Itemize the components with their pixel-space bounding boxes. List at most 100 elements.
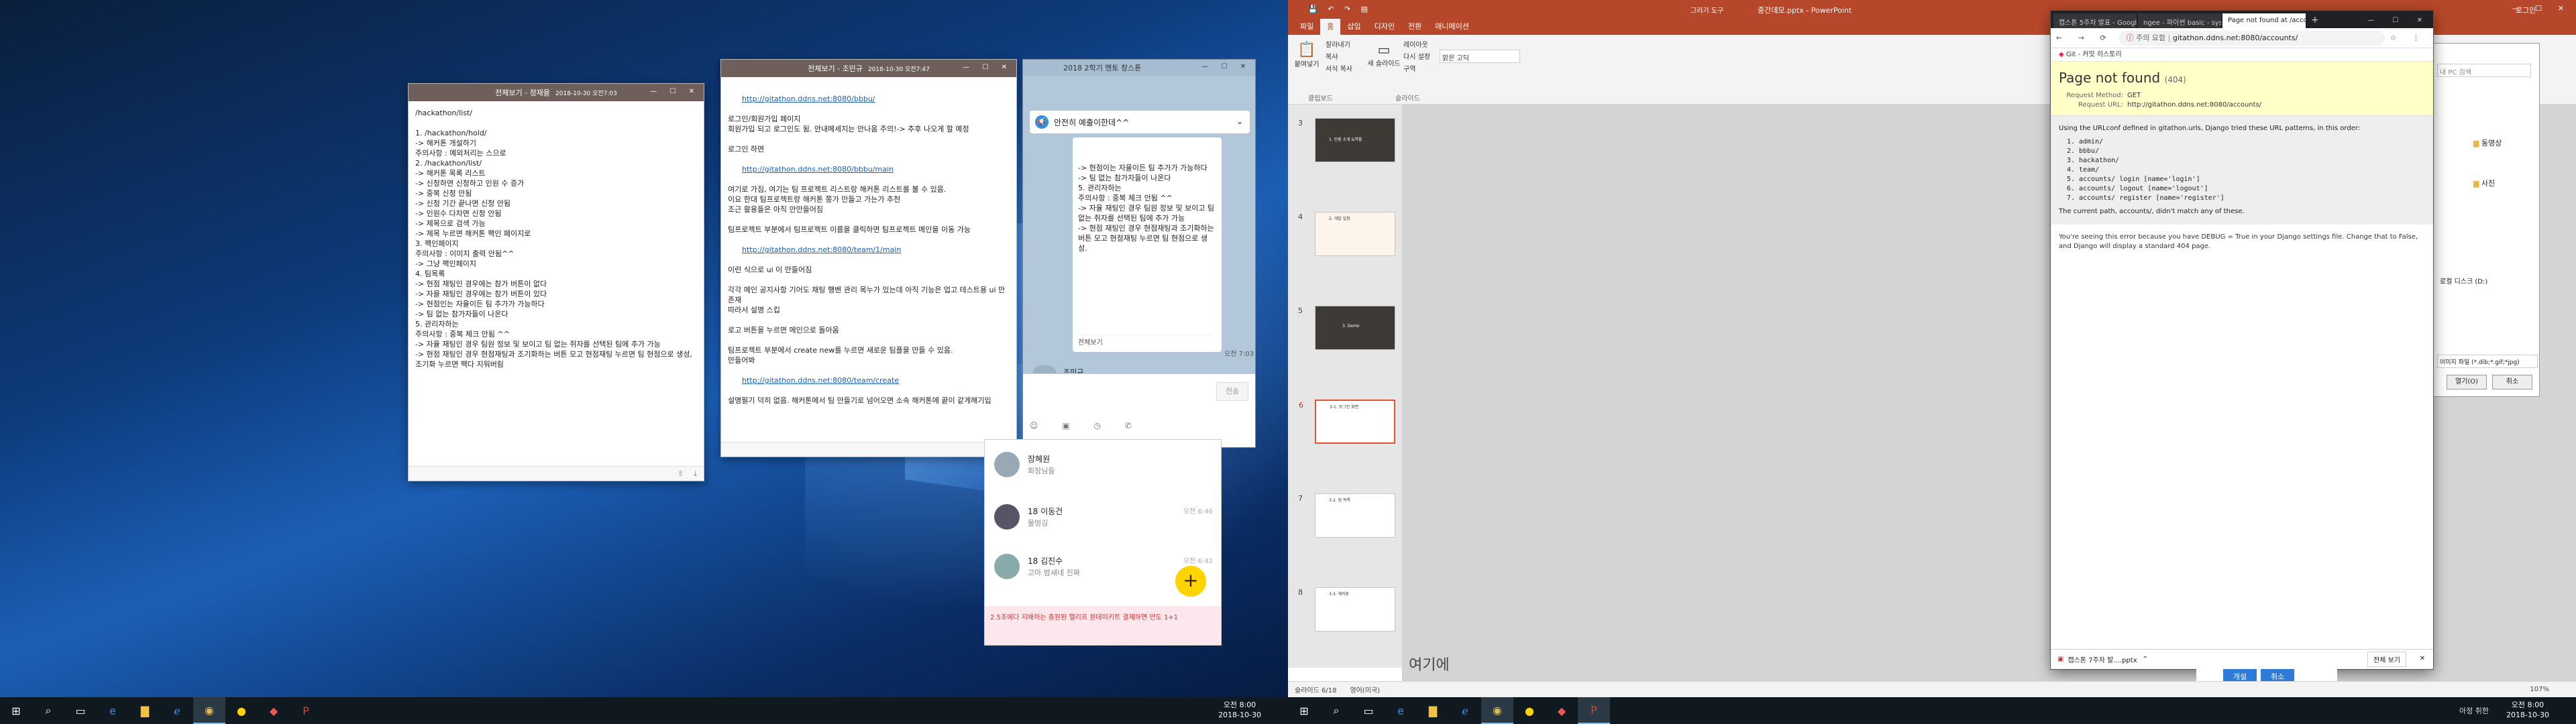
window-controls[interactable]: — ☐ ✕ [963, 64, 1012, 71]
link-team-main[interactable]: http://gitathon.ddns.net:8080/team/1/mai… [742, 245, 901, 254]
chat-bubble[interactable]: -> 현점이는 자율이든 팀 추가가 가능하다 -> 팀 없는 참가자들이 나온… [1073, 137, 1222, 352]
slide-thumb[interactable]: 5 3. Demo [1298, 306, 1395, 350]
tab-transitions[interactable]: 전환 [1401, 19, 1428, 35]
task-view-icon[interactable]: ▭ [64, 697, 97, 724]
search-icon[interactable]: ⌕ [1320, 697, 1352, 724]
browser-tab-active[interactable]: Page not found at /accounts/ [2222, 13, 2306, 28]
star-icon[interactable]: ☆ ⋮ [2390, 34, 2426, 42]
message-preview-window-middle[interactable]: 전체보기 - 조민규 2018-10-30 오전7:47 — ☐ ✕ http:… [720, 59, 1017, 457]
bookmark-item[interactable]: Git - 커밋 히스토리 [2066, 51, 2122, 58]
kakaotalk-chatroom[interactable]: 2018 2학기 멘토 창스톤 — ☐ ✕ 📢 안전히 예출이한데^^ ⌄ ->… [1022, 59, 1256, 448]
tab-design[interactable]: 디자인 [1368, 19, 1401, 35]
kakaotalk-chat-list[interactable]: 장혜원 회장님들 18 이동건 물멍깅 오전 6:46 18 김진수 고마 밤새… [984, 439, 1222, 646]
message-input-area[interactable]: 전송 ☺ ▣ ◷ ✆ [1023, 373, 1255, 447]
browser-tab[interactable]: ngee - 파이썬 basic - sys 모듈 [2138, 13, 2221, 28]
folder-pictures[interactable]: ▆ 사진 [2473, 178, 2495, 188]
address-bar[interactable]: ⓘ 주의 요함 | gitathon.ddns.net:8080/account… [2118, 30, 2385, 46]
show-all-button[interactable]: 전체 보기 [2367, 652, 2406, 667]
copy-button[interactable]: 복사 [1326, 51, 1338, 61]
search-icon[interactable]: ⌕ [32, 697, 64, 724]
clock[interactable]: 오전 8:00 2018-10-30 [2506, 700, 2549, 720]
window-controls[interactable]: — ☐ ✕ [1201, 63, 1251, 70]
share-icon[interactable]: ⇪ [678, 469, 684, 478]
download-icon[interactable]: ⤓ [694, 469, 697, 479]
layout-button[interactable]: 레이아웃 [1403, 39, 1428, 49]
close-icon[interactable]: ✕ [2420, 655, 2425, 662]
file-type-select[interactable]: 이미지 파일 (*.dib;*.gif;*jpg) [2437, 355, 2538, 368]
ad-banner[interactable]: 2.5조에다 지배하는 충원된 헬리프 원데이키트 결제하면 만도 1+1 [985, 606, 1221, 645]
kakaotalk-icon[interactable]: ● [225, 697, 258, 724]
new-tab-icon[interactable]: + [2307, 15, 2323, 28]
zoom-level[interactable]: 107% [2530, 686, 2549, 693]
slide-thumb[interactable]: 3 1. 인원 소개 &역할 [1298, 118, 1395, 162]
kakaotalk-icon[interactable]: ● [1513, 697, 1546, 724]
ie-icon[interactable]: ℯ [161, 697, 193, 724]
open-button[interactable]: 열기(O) [2447, 375, 2487, 389]
file-open-dialog[interactable]: 내 PC 검색 ▆ 동영상 ▆ 사진 로컬 디스크 (D:) 이미지 파일 (*… [2432, 43, 2540, 397]
chrome-icon[interactable]: ◉ [193, 697, 225, 724]
send-button[interactable]: 전송 [1216, 382, 1248, 401]
chrome-window[interactable]: 캡스톤 5주차 발표 - Google 프... ngee - 파이썬 basi… [2051, 11, 2433, 669]
slide-thumb[interactable]: 4 2. 개발 일정 [1298, 212, 1395, 256]
new-slide-button[interactable]: ▭ 새 슬라이드 [1367, 42, 1401, 68]
slide-thumb-selected[interactable]: 6 3-1. 로그인 화면 [1299, 400, 1395, 444]
list-item[interactable]: 18 이동건 물멍깅 오전 6:46 [985, 497, 1221, 535]
window-controls[interactable]: — ☐ ✕ [2512, 4, 2571, 13]
tab-animations[interactable]: 애니메이션 [1428, 19, 1476, 35]
language-indicator[interactable]: 영어(미국) [1350, 684, 1380, 695]
reset-button[interactable]: 다시 설정 [1403, 51, 1430, 61]
window-controls[interactable]: — ☐ ✕ [650, 88, 700, 95]
edge-icon[interactable]: e [1385, 697, 1417, 724]
link-team-create[interactable]: http://gitathon.ddns.net:8080/team/creat… [742, 376, 899, 385]
powerpoint-icon[interactable]: P [290, 697, 322, 724]
view-all-link[interactable]: 전체보기 [1078, 335, 1212, 348]
edge-icon[interactable]: e [97, 697, 129, 724]
slide-thumb[interactable]: 8 3-3. 해커톤 [1298, 587, 1395, 631]
tray-ime[interactable]: 아정 취한 [2459, 705, 2489, 716]
chrome-icon[interactable]: ◉ [1481, 697, 1513, 724]
nav-icons[interactable]: ← → ⟳ [2056, 34, 2113, 42]
list-item[interactable]: 장혜원 회장님들 [985, 445, 1221, 483]
chatroom-notice[interactable]: 📢 안전히 예출이한데^^ ⌄ [1030, 111, 1250, 133]
tab-home[interactable]: 홈 [1320, 19, 1341, 35]
font-select[interactable]: 맑은 고딕 [1440, 50, 1520, 63]
browser-tab[interactable]: 캡스톤 5주차 발표 - Google 프... [2053, 13, 2137, 28]
notes-placeholder[interactable]: 여기에 [1409, 653, 1450, 674]
search-input[interactable]: 내 PC 검색 [2437, 64, 2531, 77]
ie-icon[interactable]: ℯ [1449, 697, 1481, 724]
tab-file[interactable]: 파일 [1293, 19, 1320, 35]
format-painter-button[interactable]: 서식 복사 [1326, 63, 1352, 73]
window-controls[interactable]: — ☐ ✕ [2367, 17, 2433, 28]
quick-access-icons[interactable]: 💾 ↶ ↷ ▤ [1308, 5, 1372, 13]
cut-button[interactable]: 잘라내기 [1326, 39, 1350, 49]
preview-titlebar[interactable]: 전체보기 - 정재을 2018-10-30 오전7:03 — ☐ ✕ [409, 84, 704, 101]
git-icon[interactable]: ◆ [1546, 697, 1578, 724]
url-pattern: admin/ [2079, 137, 2425, 147]
git-icon[interactable]: ◆ [258, 697, 290, 724]
text-block-3: 이런 식으로 ui 이 만들어짐 각각 메인 공지사항 기어도 채팅 행벤 관리… [728, 265, 1006, 365]
chevron-up-icon[interactable]: ⌃ [2143, 656, 2148, 663]
powerpoint-icon[interactable]: P [1578, 697, 1610, 724]
new-chat-button[interactable]: + [1175, 566, 1206, 597]
start-icon[interactable]: ⊞ [1288, 697, 1320, 724]
link-bbbu-main[interactable]: http://gitathon.ddns.net:8080/bbbu/main [742, 165, 894, 174]
section-button[interactable]: 구역 [1403, 63, 1415, 73]
message-preview-window-left[interactable]: 전체보기 - 정재을 2018-10-30 오전7:03 — ☐ ✕ /hack… [408, 83, 704, 481]
tab-insert[interactable]: 삽입 [1340, 19, 1367, 35]
chevron-down-icon[interactable]: ⌄ [1236, 117, 1243, 126]
task-view-icon[interactable]: ▭ [1352, 697, 1385, 724]
file-explorer-icon[interactable]: ▇ [1417, 697, 1449, 724]
file-explorer-icon[interactable]: ▇ [129, 697, 161, 724]
chatroom-titlebar[interactable]: 2018 2학기 멘토 창스톤 — ☐ ✕ [1023, 60, 1255, 76]
paste-button[interactable]: 📋 붙여넣기 [1293, 42, 1320, 68]
preview-titlebar[interactable]: 전체보기 - 조민규 2018-10-30 오전7:47 — ☐ ✕ [721, 60, 1016, 77]
link-bbbu[interactable]: http://gitathon.ddns.net:8080/bbbu/ [742, 95, 875, 103]
cancel-button[interactable]: 취소 [2492, 375, 2532, 389]
start-icon[interactable]: ⊞ [0, 697, 32, 724]
drive-label[interactable]: 로컬 디스크 (D:) [2440, 276, 2487, 286]
download-item[interactable]: 캡스톤 7주차 발....pptx [2068, 654, 2137, 664]
input-toolbar-icons[interactable]: ☺ ▣ ◷ ✆ [1030, 421, 1142, 430]
folder-videos[interactable]: ▆ 동영상 [2473, 137, 2502, 148]
slide-thumb[interactable]: 7 3-2. 팀 목록 [1298, 493, 1395, 538]
clock[interactable]: 오전 8:00 2018-10-30 [1218, 700, 1261, 720]
